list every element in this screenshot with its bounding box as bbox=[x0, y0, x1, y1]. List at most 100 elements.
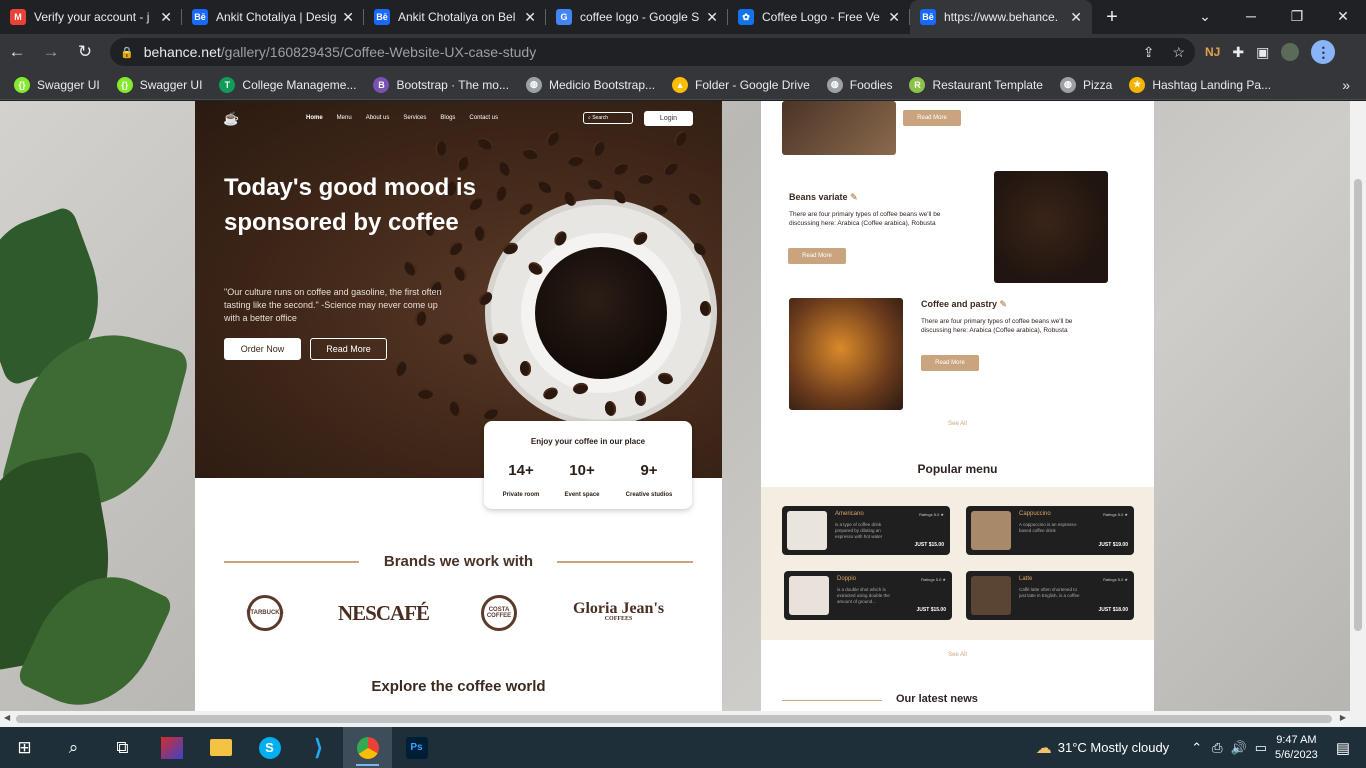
start-button[interactable]: ⊞ bbox=[0, 727, 49, 768]
minimize-button[interactable]: ─ bbox=[1228, 0, 1274, 32]
vertical-scrollbar[interactable] bbox=[1350, 101, 1366, 711]
share-icon[interactable]: ⇪ bbox=[1143, 44, 1155, 61]
browser-tab[interactable]: Bē Ankit Chotaliya | Desig ✕ bbox=[182, 0, 364, 34]
forward-button[interactable]: → bbox=[34, 34, 68, 70]
coffee-cup-image bbox=[491, 205, 711, 420]
bookmark-label: Foodies bbox=[849, 77, 893, 92]
stat-label: Creative studios bbox=[625, 492, 673, 498]
close-tab-icon[interactable]: ✕ bbox=[342, 9, 354, 26]
extensions-puzzle-icon[interactable]: ✚ bbox=[1232, 44, 1244, 61]
divider bbox=[557, 561, 693, 563]
bookmark-item[interactable]: ★ Hashtag Landing Pa... bbox=[1129, 76, 1271, 93]
browser-tab[interactable]: Bē Ankit Chotaliya on Bel ✕ bbox=[364, 0, 546, 34]
menu-item-rating: Ratings 5.0 ★ bbox=[1103, 577, 1128, 582]
popular-menu-heading: Popular menu bbox=[917, 462, 998, 476]
profile-avatar[interactable] bbox=[1281, 43, 1300, 61]
close-tab-icon[interactable]: ✕ bbox=[706, 9, 718, 26]
extension-icon[interactable]: NJ bbox=[1205, 45, 1220, 59]
browser-tab[interactable]: M Verify your account - j ✕ bbox=[0, 0, 182, 34]
close-tab-icon[interactable]: ✕ bbox=[888, 9, 900, 26]
bookmark-label: Restaurant Template bbox=[932, 77, 1043, 92]
bookmark-item[interactable]: ▲ Folder - Google Drive bbox=[672, 76, 810, 93]
horizontal-scrollbar[interactable]: ◀ ▶ bbox=[0, 711, 1366, 727]
task-view-icon[interactable]: ⧉ bbox=[98, 727, 147, 768]
system-tray: ☁ 31°C Mostly cloudy ⌃ ⎙ 🔊 ▭ 9:47 AM 5/6/… bbox=[1036, 727, 1366, 768]
photoshop-icon[interactable]: Ps bbox=[392, 727, 441, 768]
menu-item-rating: Ratings 5.0 ★ bbox=[1103, 512, 1128, 517]
read-more-button: Read More bbox=[903, 110, 961, 126]
tray-overflow-icon[interactable]: ⌃ bbox=[1191, 740, 1202, 756]
scroll-right-icon[interactable]: ▶ bbox=[1340, 713, 1346, 722]
bookmark-item[interactable]: R Restaurant Template bbox=[909, 76, 1043, 93]
browser-tab[interactable]: Bē https://www.behance. ✕ bbox=[910, 0, 1092, 34]
bookmark-label: Swagger UI bbox=[139, 77, 203, 92]
search-icon[interactable]: ⌕ bbox=[49, 727, 98, 768]
bookmark-item[interactable]: {} Swagger UI bbox=[116, 76, 203, 93]
close-tab-icon[interactable]: ✕ bbox=[160, 9, 172, 26]
weather-icon[interactable]: ☁ bbox=[1036, 738, 1052, 758]
tab-search-icon[interactable]: ⌄ bbox=[1182, 0, 1228, 32]
back-button[interactable]: ← bbox=[0, 34, 34, 70]
bookmark-item[interactable]: {} Swagger UI bbox=[14, 76, 100, 93]
mockup-login: Login bbox=[644, 111, 693, 126]
bookmark-item[interactable]: ◍ Pizza bbox=[1059, 76, 1112, 93]
coffee-bean-image bbox=[590, 139, 607, 158]
bookmarks-overflow-icon[interactable]: » bbox=[1342, 77, 1350, 93]
restore-button[interactable]: ❐ bbox=[1274, 0, 1320, 32]
clock[interactable]: 9:47 AM 5/6/2023 bbox=[1275, 733, 1318, 763]
read-more-button: Read More bbox=[310, 338, 387, 360]
bookmark-item[interactable]: ◍ Medicio Bootstrap... bbox=[525, 76, 655, 93]
bookmark-favicon-icon: {} bbox=[14, 76, 30, 93]
website-mockup-home: ☕ Home Menu About us Services Blogs Contact u… bbox=[195, 101, 722, 711]
gloria-jeans-logo: Gloria Jean's COFFEES bbox=[573, 600, 665, 622]
close-tab-icon[interactable]: ✕ bbox=[1070, 9, 1082, 26]
lock-icon[interactable]: 🔒 bbox=[120, 46, 134, 59]
meet-icon[interactable]: ⎙ bbox=[1212, 740, 1222, 756]
file-explorer-icon[interactable] bbox=[196, 727, 245, 768]
address-bar[interactable]: 🔒 behance.net/gallery/160829435/Coffee-W… bbox=[110, 38, 1195, 66]
reload-button[interactable]: ↻ bbox=[68, 34, 102, 70]
url-host: behance.net bbox=[143, 44, 221, 60]
close-window-button[interactable]: ✕ bbox=[1320, 0, 1366, 32]
close-tab-icon[interactable]: ✕ bbox=[524, 9, 536, 26]
notifications-icon[interactable]: ▤ bbox=[1336, 739, 1350, 757]
vscode-icon[interactable]: ⟩ bbox=[294, 727, 343, 768]
menu-item-price: JUST $19.00 bbox=[1098, 542, 1128, 548]
browser-tab[interactable]: ✿ Coffee Logo - Free Ve ✕ bbox=[728, 0, 910, 34]
menu-card: Doppio Ratings 5.0 ★ is a double shot whic… bbox=[784, 571, 952, 620]
volume-icon[interactable]: 🔊 bbox=[1231, 740, 1247, 756]
browser-tab[interactable]: Gcoffee logo - Google S ✕ bbox=[546, 0, 728, 34]
coffee-bean-image bbox=[661, 159, 680, 178]
bookmark-item[interactable]: ◍ Foodies bbox=[826, 76, 893, 93]
bookmark-favicon-icon: R bbox=[909, 76, 926, 93]
bookmark-item[interactable]: B Bootstrap · The mo... bbox=[373, 76, 509, 93]
coffee-bean-image bbox=[543, 129, 562, 148]
new-tab-button[interactable]: + bbox=[1092, 0, 1132, 34]
menu-item-image bbox=[787, 511, 827, 550]
coffee-bean-image bbox=[586, 175, 605, 192]
coffee-bean-image bbox=[448, 399, 463, 418]
bookmark-label: Bootstrap · The mo... bbox=[396, 77, 509, 92]
mockup-search: ⌕ Search bbox=[583, 112, 633, 124]
weather-text[interactable]: 31°C Mostly cloudy bbox=[1058, 740, 1169, 755]
coffee-bean-image bbox=[446, 239, 465, 258]
menu-item-rating: Ratings 5.0 ★ bbox=[921, 577, 946, 582]
page-viewport: ☕ Home Menu About us Services Blogs Contact u… bbox=[0, 101, 1350, 711]
skype-icon[interactable]: S bbox=[245, 727, 294, 768]
app-icon[interactable] bbox=[147, 727, 196, 768]
menu-item-price: JUST $15.00 bbox=[914, 542, 944, 548]
menu-kebab-icon[interactable]: ⋮ bbox=[1311, 40, 1336, 64]
scroll-left-icon[interactable]: ◀ bbox=[4, 713, 10, 722]
side-panel-icon[interactable]: ▣ bbox=[1256, 44, 1269, 61]
bookmark-label: Swagger UI bbox=[37, 77, 100, 92]
chrome-icon[interactable] bbox=[343, 727, 392, 768]
menu-item-image bbox=[971, 511, 1011, 550]
menu-item-desc: Caffè latte often shortened to just latt… bbox=[1019, 587, 1080, 598]
bookmark-star-icon[interactable]: ☆ bbox=[1172, 44, 1185, 61]
latest-news-heading: Our latest news bbox=[896, 693, 978, 705]
bookmark-favicon-icon: T bbox=[219, 76, 236, 93]
tab-title: Ankit Chotaliya | Desig bbox=[216, 10, 337, 24]
bookmark-favicon-icon: ▲ bbox=[672, 76, 689, 93]
bookmark-item[interactable]: T College Manageme... bbox=[219, 76, 356, 93]
network-icon[interactable]: ▭ bbox=[1255, 740, 1267, 756]
